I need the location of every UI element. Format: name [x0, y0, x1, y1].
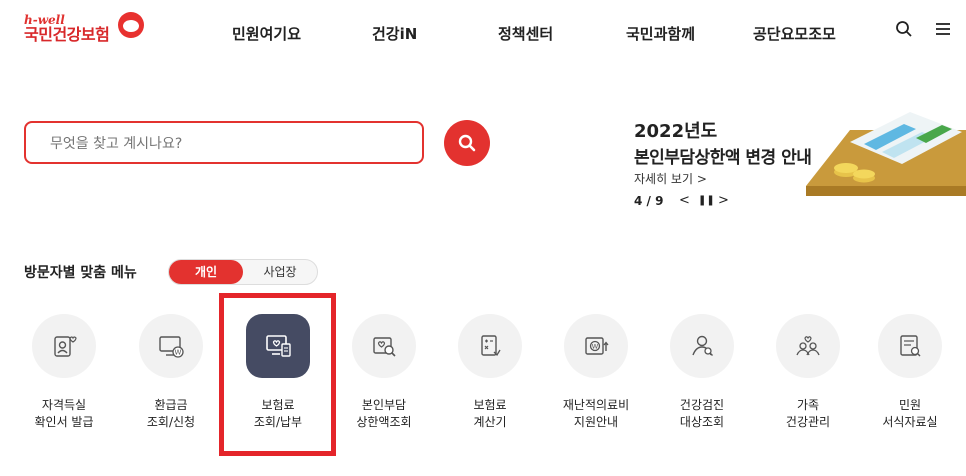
wallet-icon: W	[564, 314, 628, 378]
nav-item-together[interactable]: 국민과함께	[626, 23, 695, 44]
menu-label-line1: 건강검진	[679, 398, 725, 412]
custom-menu-title: 방문자별 맞춤 메뉴	[24, 265, 137, 281]
menu-label-line2: 대상조회	[679, 415, 725, 429]
menu-item-limit[interactable]: 본인부담상한액조회	[332, 314, 436, 440]
toggle-personal[interactable]: 개인	[169, 260, 243, 284]
nav-item-about[interactable]: 공단요모조모	[753, 23, 836, 44]
calculator-icon	[458, 314, 522, 378]
menu-item-calculator[interactable]: 보험료계산기	[438, 314, 542, 440]
menu-icon[interactable]	[934, 20, 952, 43]
toggle-business[interactable]: 사업장	[243, 260, 317, 284]
menu-item-forms[interactable]: 민원서식자료실	[858, 314, 962, 440]
family-icon	[776, 314, 840, 378]
people-search-icon	[670, 314, 734, 378]
menu-item-family[interactable]: 가족건강관리	[756, 314, 860, 440]
document-icon	[878, 314, 942, 378]
banner-year: 2022년도	[634, 121, 718, 142]
menu-label-line2: 서식자료실	[882, 415, 938, 429]
menu-label-line1: 민원	[898, 398, 922, 412]
banner-page-indicator: 4 / 9	[634, 194, 664, 208]
menu-label-line2: 계산기	[473, 415, 507, 429]
logo[interactable]: h-well 국민건강보험	[24, 12, 144, 44]
svg-text:W: W	[592, 343, 599, 351]
mascot-icon	[118, 12, 144, 38]
certificate-icon	[32, 314, 96, 378]
menu-item-refund[interactable]: W 환급금조회/신청	[119, 314, 223, 440]
refund-monitor-icon: W	[139, 314, 203, 378]
banner-title[interactable]: 본인부담상한액 변경 안내	[634, 143, 812, 168]
search-input[interactable]	[48, 123, 412, 164]
menu-label-line1: 본인부담	[361, 398, 407, 412]
menu-item-checkup[interactable]: 건강검진대상조회	[650, 314, 754, 440]
svg-text:W: W	[175, 349, 182, 357]
search-icon[interactable]	[895, 20, 913, 43]
menu-label-line2: 건강관리	[785, 415, 831, 429]
nav-item-health[interactable]: 건강iN	[372, 23, 417, 44]
banner-next-button[interactable]: >	[718, 193, 729, 208]
menu-label-line2: 상한액조회	[356, 415, 412, 429]
search-field[interactable]	[24, 121, 424, 164]
logo-name: 국민건강보험	[24, 25, 110, 44]
banner-pause-button[interactable]: ❚❚	[698, 195, 715, 206]
search-card-icon	[352, 314, 416, 378]
menu-label-line1: 환급금	[154, 398, 188, 412]
menu-item-qualification[interactable]: 자격득실확인서 발급	[12, 314, 116, 440]
menu-label-line1: 가족	[796, 398, 820, 412]
menu-label-line2: 지원안내	[573, 415, 619, 429]
calculator-illustration	[806, 112, 966, 196]
menu-label-line2: 조회/신청	[146, 415, 196, 429]
banner-prev-button[interactable]: <	[679, 193, 690, 208]
highlight-frame	[219, 293, 336, 456]
menu-item-disaster-medical[interactable]: W 재난적의료비지원안내	[544, 314, 648, 440]
menu-label-line1: 자격득실	[41, 398, 87, 412]
nav-item-policy[interactable]: 정책센터	[498, 23, 553, 44]
nav-item-civil[interactable]: 민원여기요	[232, 23, 301, 44]
menu-label-line2: 확인서 발급	[34, 415, 94, 429]
banner-more-link[interactable]: 자세히 보기 >	[634, 170, 707, 187]
menu-label-line1: 재난적의료비	[562, 398, 630, 412]
search-icon	[458, 134, 476, 152]
search-button[interactable]	[444, 120, 490, 166]
visitor-type-toggle: 개인 사업장	[168, 259, 318, 285]
menu-label-line1: 보험료	[473, 398, 507, 412]
